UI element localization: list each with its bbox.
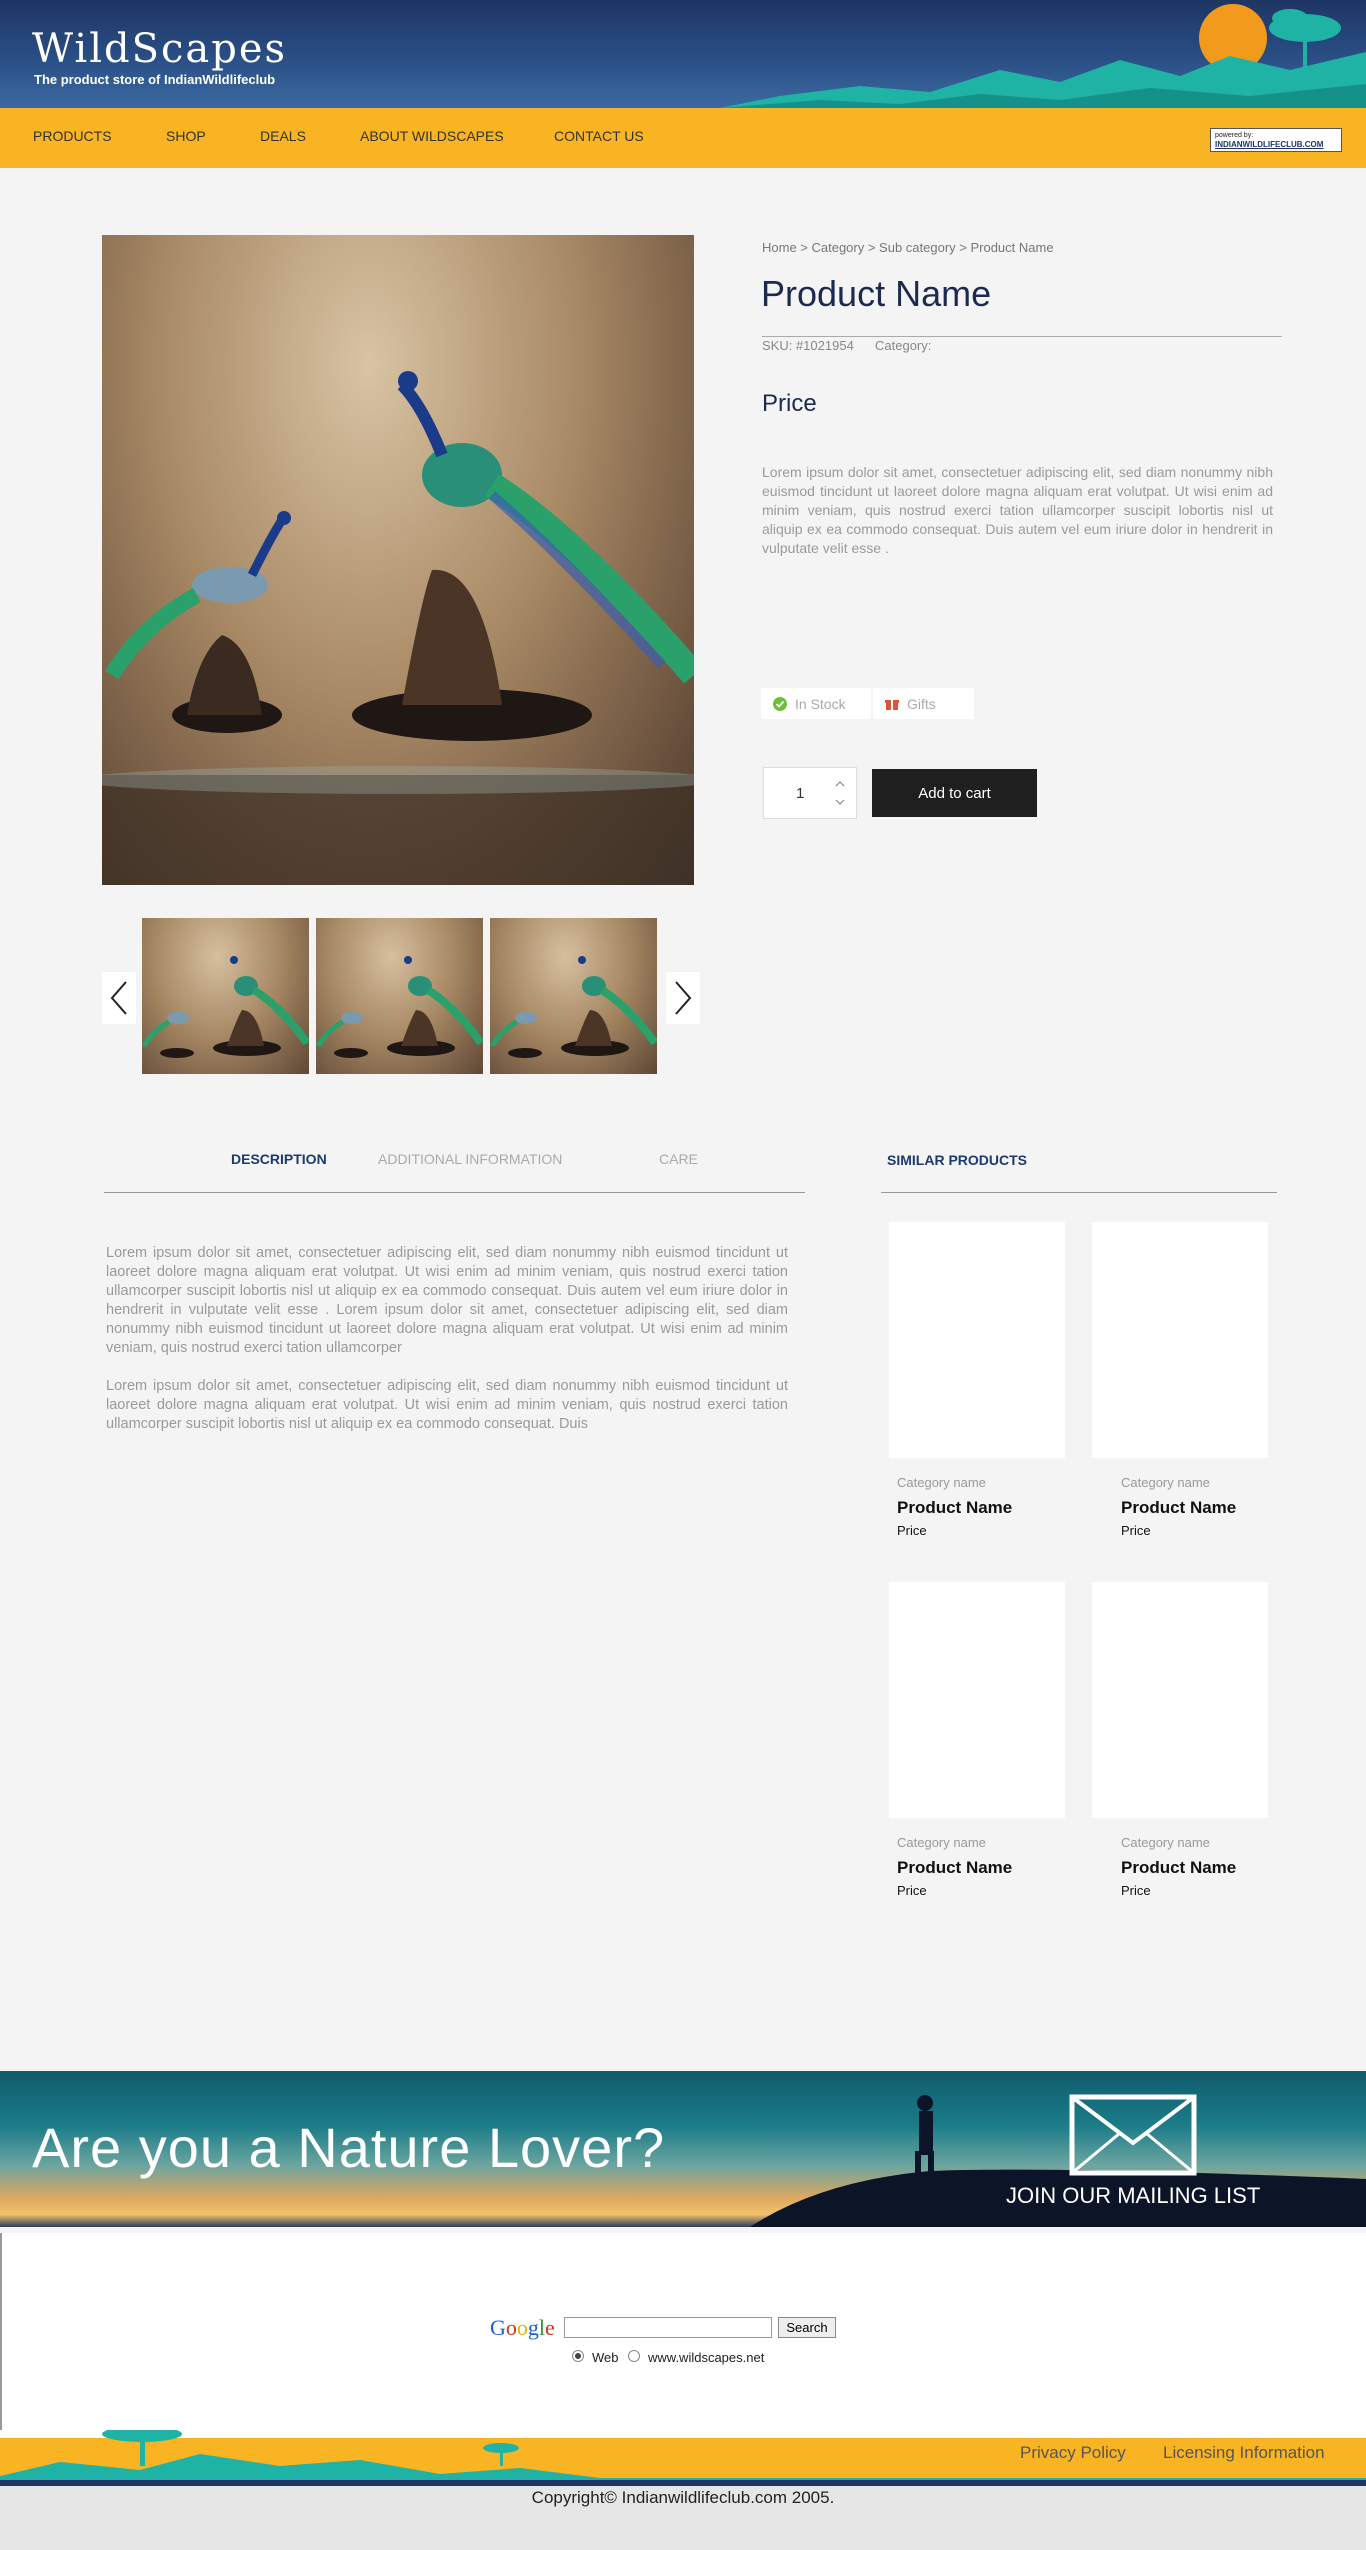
tabs-underline [104,1192,805,1193]
product-price: Price [762,390,817,417]
privacy-policy-link[interactable]: Privacy Policy [1020,2443,1126,2463]
banner-headline: Are you a Nature Lover? [32,2116,666,2179]
nav-contact[interactable]: CONTACT US [554,128,644,144]
quantity-stepper[interactable]: 1 [763,767,857,819]
google-logo: Google [490,2315,555,2340]
google-search-button[interactable]: Search [778,2317,836,2338]
peacock-figurine-image [102,371,694,885]
tab-care[interactable]: CARE [659,1151,698,1167]
mailing-list-banner[interactable]: Are you a Nature Lover? JOIN OUR MAILING… [0,2071,1366,2227]
in-stock-badge: In Stock [761,688,871,719]
powered-by-badge[interactable]: powered by: INDIANWILDLIFECLUB.COM [1210,128,1342,152]
similar-product-name[interactable]: Product Name [1121,1498,1236,1518]
similar-product-name[interactable]: Product Name [897,1498,1012,1518]
thumbnail-image [316,956,483,1058]
add-to-cart-button[interactable]: Add to cart [872,769,1037,817]
similar-products-title: SIMILAR PRODUCTS [887,1152,1027,1168]
site-header: WildScapes The product store of IndianWi… [0,0,1366,108]
similar-product-category: Category name [897,1835,986,1850]
similar-product-name[interactable]: Product Name [897,1858,1012,1878]
radio-web[interactable] [572,2350,584,2362]
quantity-value[interactable]: 1 [796,785,804,802]
similar-product-name[interactable]: Product Name [1121,1858,1236,1878]
nav-deals[interactable]: DEALS [260,128,306,144]
similar-product-price: Price [897,1883,927,1898]
powered-by-label: powered by: [1215,132,1254,139]
in-stock-label: In Stock [795,695,846,712]
similar-product-image[interactable] [889,1582,1065,1818]
similar-product-image[interactable] [1092,1582,1268,1818]
similar-product-price: Price [1121,1523,1151,1538]
logo-title[interactable]: WildScapes [32,26,287,72]
nav-about[interactable]: ABOUT WILDSCAPES [360,128,504,144]
powered-by-site: INDIANWILDLIFECLUB.COM [1215,140,1324,149]
check-circle-icon [773,696,787,711]
similar-product-image[interactable] [889,1222,1065,1458]
thumbnail-3[interactable] [490,918,657,1074]
thumbnail-image [490,956,657,1058]
description-paragraph-1: Lorem ipsum dolor sit amet, consectetuer… [106,1245,788,1356]
chevron-up-icon[interactable] [832,776,848,792]
nav-shop[interactable]: SHOP [166,128,206,144]
licensing-information-link[interactable]: Licensing Information [1163,2443,1325,2463]
description-paragraph-2: Lorem ipsum dolor sit amet, consectetuer… [106,1378,788,1432]
tab-description[interactable]: DESCRIPTION [231,1151,327,1167]
google-search-input[interactable] [564,2317,772,2338]
similar-product-category: Category name [1121,1475,1210,1490]
breadcrumb[interactable]: Home > Category > Sub category > Product… [762,240,1054,255]
tab-additional-information[interactable]: ADDITIONAL INFORMATION [378,1151,562,1167]
product-main-image[interactable] [102,235,694,885]
product-short-description: Lorem ipsum dolor sit amet, consectetuer… [762,464,1273,556]
product-category-label: Category: [875,338,932,353]
gifts-badge[interactable]: Gifts [873,688,974,719]
footer-landscape-illustration [0,2430,1366,2486]
divider [762,336,1282,337]
join-mailing-list-link[interactable]: JOIN OUR MAILING LIST [1006,2183,1260,2209]
similar-product-category: Category name [897,1475,986,1490]
gifts-label: Gifts [907,695,936,712]
chevron-down-icon[interactable] [832,794,848,810]
chevron-right-icon [675,981,692,1015]
radio-site-label: www.wildscapes.net [648,2350,765,2365]
thumbnail-image [142,956,309,1058]
radio-site[interactable] [628,2350,640,2362]
thumb-next-button[interactable] [666,972,700,1024]
product-title: Product Name [761,273,992,314]
similar-product-price: Price [1121,1883,1151,1898]
chevron-left-icon [110,981,127,1015]
thumbnail-2[interactable] [316,918,483,1074]
product-sku: SKU: #1021954 [762,338,854,353]
nav-products[interactable]: PRODUCTS [33,128,112,144]
similar-product-category: Category name [1121,1835,1210,1850]
similar-products-underline [881,1192,1277,1193]
copyright-text: Copyright© Indianwildlifeclub.com 2005. [531,2488,835,2507]
similar-product-price: Price [897,1523,927,1538]
gift-icon [885,699,899,710]
similar-product-image[interactable] [1092,1222,1268,1458]
thumbnail-1[interactable] [142,918,309,1074]
thumb-prev-button[interactable] [102,972,136,1024]
logo-subtitle: The product store of IndianWildlifeclub [34,72,276,87]
main-nav: PRODUCTS SHOP DEALS ABOUT WILDSCAPES CON… [0,108,1366,168]
radio-web-label: Web [592,2350,619,2365]
